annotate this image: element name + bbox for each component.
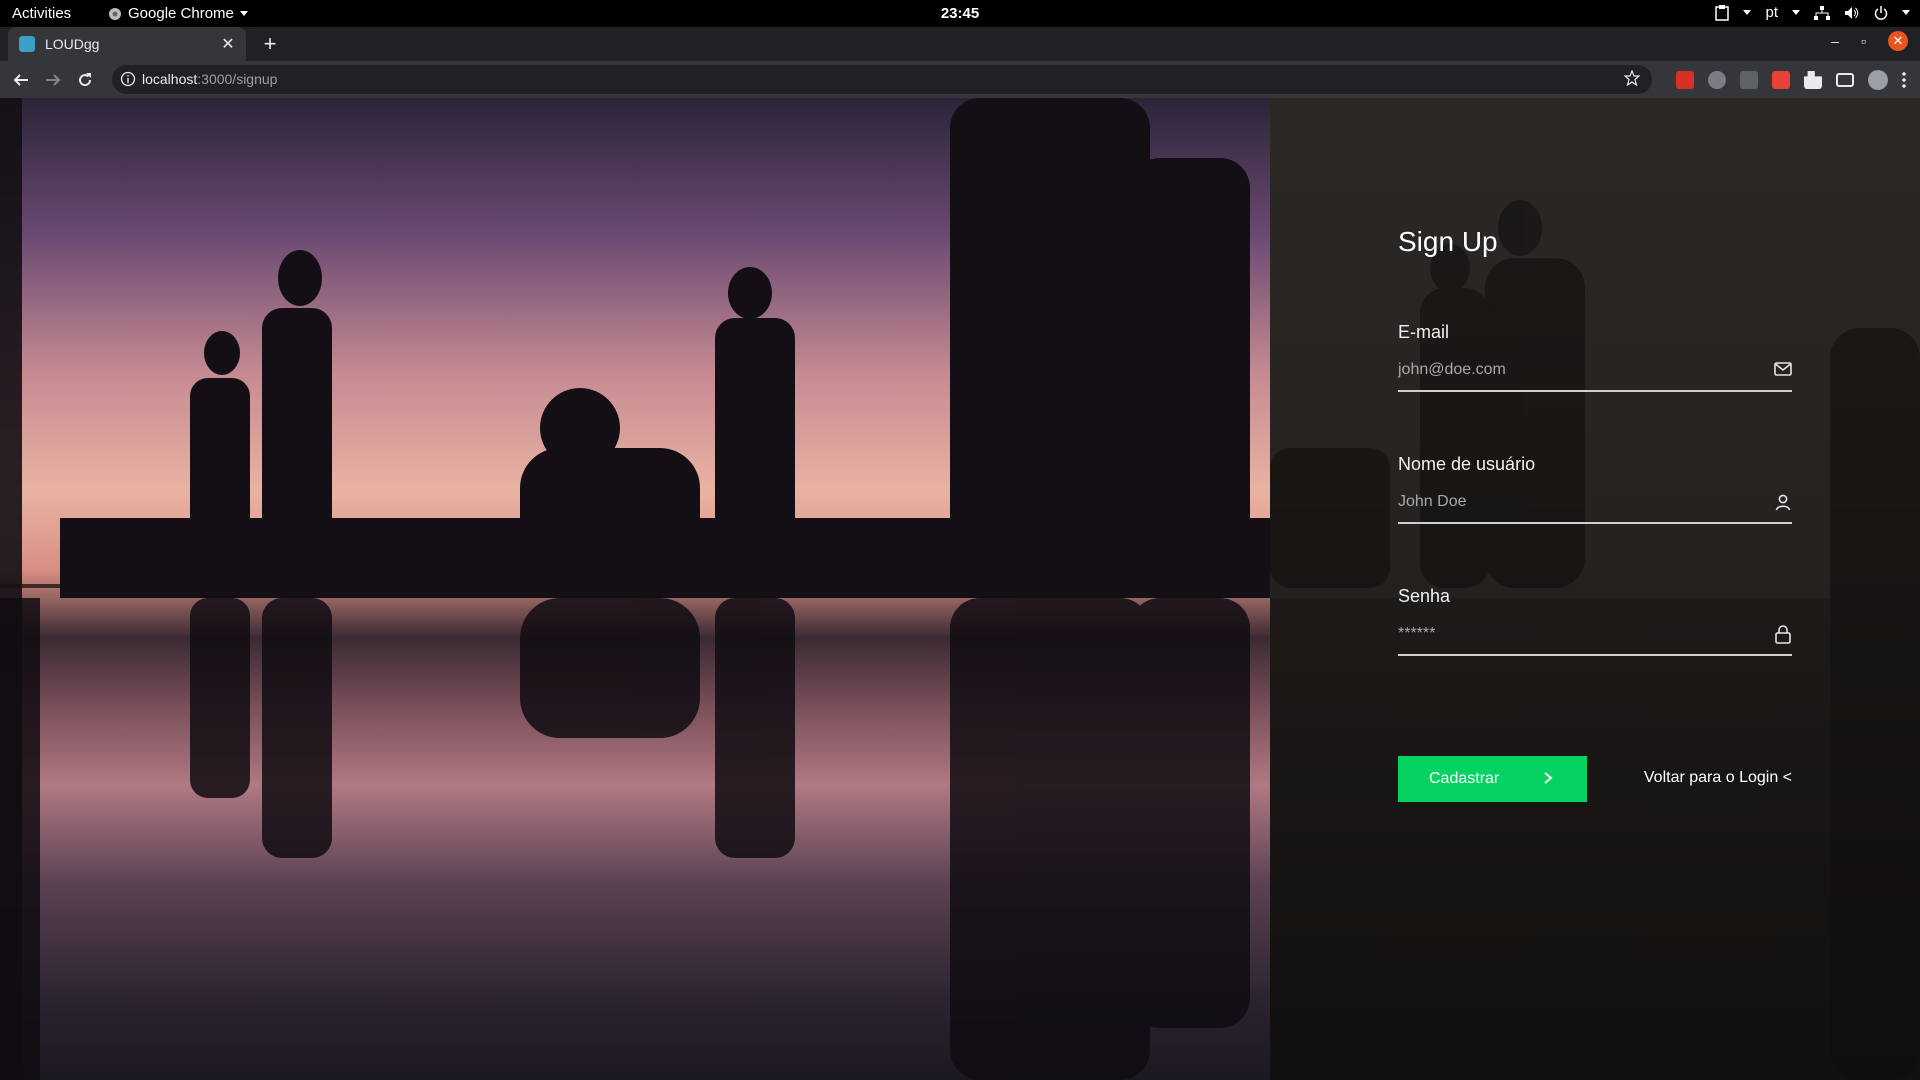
password-underline — [1398, 654, 1792, 656]
url-host: localhost — [142, 71, 198, 87]
extension-orange-icon[interactable] — [1772, 71, 1790, 89]
browser-toolbar: localhost:3000/signup — [0, 61, 1920, 98]
signup-button-label: Cadastrar — [1429, 770, 1500, 787]
profile-avatar[interactable] — [1868, 70, 1888, 90]
new-tab-button[interactable]: + — [258, 31, 282, 57]
network-icon[interactable] — [1814, 5, 1830, 20]
power-icon[interactable] — [1874, 5, 1888, 20]
username-underline — [1398, 522, 1792, 524]
user-icon — [1775, 494, 1791, 511]
bookmark-star-icon[interactable] — [1624, 70, 1640, 86]
page-title: Sign Up — [1398, 226, 1498, 257]
address-bar[interactable]: localhost:3000/signup — [112, 65, 1652, 94]
password-label: Senha — [1398, 586, 1451, 606]
volume-icon[interactable] — [1844, 6, 1860, 20]
tab-strip: LOUDgg ✕ + – ▫ ✕ — [0, 27, 1920, 61]
restore-icon[interactable]: ▫ — [1861, 33, 1866, 49]
password-field[interactable] — [1398, 622, 1792, 646]
chevron-down-icon — [1902, 10, 1910, 15]
crowd-silhouette-image — [0, 98, 1270, 1080]
email-label: E-mail — [1398, 322, 1450, 342]
close-tab-icon[interactable]: ✕ — [218, 34, 238, 54]
window-controls: – ▫ ✕ — [1831, 31, 1908, 51]
system-tray[interactable]: pt — [1715, 4, 1910, 21]
extension-gray-icon[interactable] — [1740, 71, 1758, 89]
signup-button[interactable]: Cadastrar — [1398, 756, 1587, 802]
extensions-area — [1676, 70, 1906, 90]
clipboard-icon[interactable] — [1715, 4, 1730, 21]
language-indicator[interactable]: pt — [1765, 4, 1778, 21]
minimize-icon[interactable]: – — [1831, 33, 1839, 49]
favicon-icon — [19, 36, 35, 52]
info-icon[interactable] — [120, 71, 136, 87]
page-content: Sign Up E-mail Nome de usuário Senha — [0, 98, 1920, 1080]
username-label: Nome de usuário — [1398, 454, 1536, 474]
back-icon[interactable] — [9, 68, 33, 92]
url-text: localhost:3000/signup — [142, 71, 277, 87]
reload-icon[interactable] — [73, 68, 97, 92]
background-photo — [0, 98, 1270, 1080]
email-underline — [1398, 390, 1792, 392]
username-field[interactable] — [1398, 490, 1792, 514]
url-path: :3000/signup — [197, 71, 278, 87]
signup-panel: Sign Up E-mail Nome de usuário Senha — [1270, 98, 1920, 1080]
chevron-down-icon — [1792, 10, 1800, 15]
close-window-icon[interactable]: ✕ — [1888, 31, 1908, 51]
panel-silhouette-image — [1270, 200, 1920, 1080]
mail-icon — [1774, 362, 1792, 376]
menu-kebab-icon[interactable] — [1902, 71, 1906, 89]
back-to-login-link[interactable]: Voltar para o Login < — [1644, 769, 1792, 787]
tab-title: LOUDgg — [45, 36, 100, 52]
email-field[interactable] — [1398, 358, 1792, 382]
chevron-down-icon — [1743, 10, 1752, 15]
system-top-bar: Activities Google Chrome 23:45 pt — [0, 0, 1920, 27]
chevron-right-icon — [1544, 772, 1553, 784]
lock-icon — [1775, 625, 1791, 644]
forward-icon[interactable] — [41, 68, 65, 92]
extension-shield-icon[interactable] — [1708, 71, 1726, 89]
extensions-puzzle-icon[interactable] — [1804, 71, 1822, 89]
clock[interactable]: 23:45 — [0, 5, 1920, 22]
browser-tab[interactable]: LOUDgg ✕ — [8, 27, 246, 61]
cast-icon[interactable] — [1836, 73, 1854, 87]
extension-red-icon[interactable] — [1676, 71, 1694, 89]
